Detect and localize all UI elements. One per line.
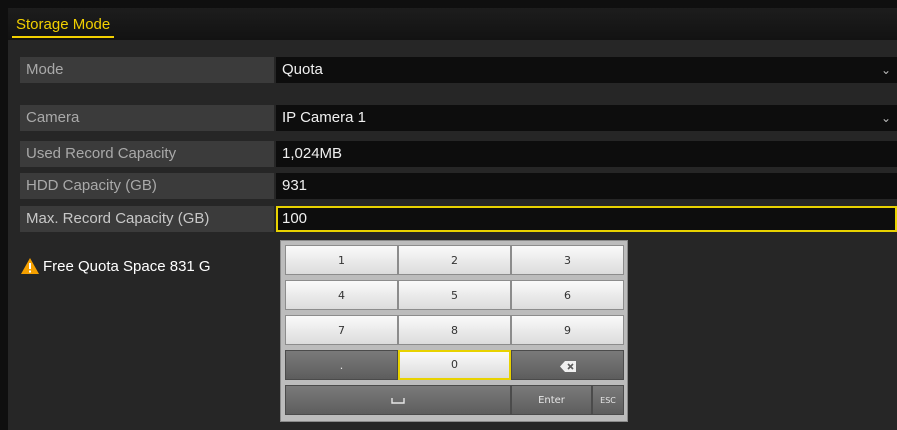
key-2[interactable]: 2 [398,245,511,275]
camera-row: Camera IP Camera 1 ⌄ [20,105,897,131]
key-8[interactable]: 8 [398,315,511,345]
used-capacity-value: 1,024MB [276,141,897,167]
key-5[interactable]: 5 [398,280,511,310]
key-3[interactable]: 3 [511,245,624,275]
numeric-keypad: 1 2 3 4 5 6 7 8 9 . 0 Enter ESC [280,240,628,422]
max-capacity-row: Max. Record Capacity (GB) 100 [20,206,897,232]
camera-label: Camera [20,105,274,131]
tab-storage-mode[interactable]: Storage Mode [12,16,115,38]
backspace-icon [559,360,576,372]
chevron-down-icon: ⌄ [880,111,891,125]
enter-key[interactable]: Enter [511,385,592,415]
mode-label: Mode [20,57,274,83]
max-capacity-label: Max. Record Capacity (GB) [20,206,274,232]
key-7[interactable]: 7 [285,315,398,345]
hdd-capacity-row: HDD Capacity (GB) 931 [20,173,897,199]
quota-warning: Free Quota Space 831 G [20,255,282,277]
esc-key[interactable]: ESC [592,385,624,415]
mode-row: Mode Quota ⌄ [20,57,897,83]
chevron-down-icon: ⌄ [880,63,891,77]
key-4[interactable]: 4 [285,280,398,310]
key-6[interactable]: 6 [511,280,624,310]
used-capacity-label: Used Record Capacity [20,141,274,167]
key-0[interactable]: 0 [398,350,511,380]
hdd-capacity-label: HDD Capacity (GB) [20,173,274,199]
hdd-capacity-value: 931 [276,173,897,199]
key-9[interactable]: 9 [511,315,624,345]
max-capacity-input[interactable]: 100 [276,206,897,232]
camera-value: IP Camera 1 [282,109,366,126]
header-bar: Storage Mode [8,8,897,40]
warning-text: Free Quota Space 831 G [43,257,211,275]
backspace-key[interactable] [511,350,624,380]
space-bar-icon [391,398,405,404]
key-1[interactable]: 1 [285,245,398,275]
space-key[interactable] [285,385,511,415]
camera-select[interactable]: IP Camera 1 ⌄ [276,105,897,131]
used-capacity-row: Used Record Capacity 1,024MB [20,141,897,167]
warning-triangle-icon [21,258,39,274]
key-decimal[interactable]: . [285,350,398,380]
mode-select[interactable]: Quota ⌄ [276,57,897,83]
mode-value: Quota [282,61,323,78]
